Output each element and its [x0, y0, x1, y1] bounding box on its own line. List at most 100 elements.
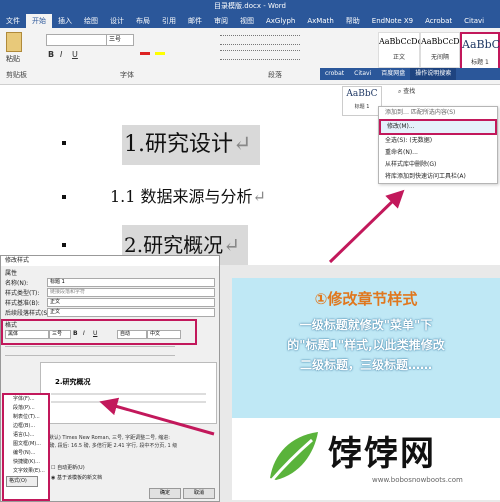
font-color-icon[interactable] — [140, 52, 150, 55]
paste-icon[interactable] — [6, 32, 22, 52]
submenu-numbering[interactable]: 编号(N)... — [4, 449, 48, 458]
tab-axmath[interactable]: AxMath — [301, 14, 339, 28]
submenu-tabs[interactable]: 制表位(T)... — [4, 413, 48, 422]
search-icon: ⌕ — [398, 88, 402, 95]
tab-design[interactable]: 设计 — [104, 14, 130, 28]
list-buttons[interactable] — [220, 35, 300, 45]
paragraph-group-label: 段落 — [268, 71, 282, 79]
submenu-frame[interactable]: 图文框(M)... — [4, 440, 48, 449]
ok-button[interactable]: 确定 — [149, 488, 181, 499]
tab-axglyph[interactable]: AxGlyph — [260, 14, 301, 28]
format-highlight-box — [1, 319, 197, 345]
style-heading1-preview: AaBbC — [462, 38, 500, 51]
style-no-spacing-preview: AaBbCcDc — [421, 37, 465, 46]
callout-line-3: 二级标题，三级标题…… — [299, 358, 432, 372]
tab-insert[interactable]: 插入 — [52, 14, 78, 28]
style-no-spacing-name: 无间隔 — [430, 54, 449, 61]
italic-button[interactable]: I — [60, 50, 62, 59]
menu-select-all[interactable]: 全选(S): (无数据) — [379, 135, 497, 147]
logo-url: www.bobosnowboots.com — [372, 476, 463, 484]
heading1-thumb-name: 标题 1 — [354, 104, 370, 110]
paste-button[interactable]: 粘贴 — [6, 54, 20, 64]
submenu-border[interactable]: 边框(B)... — [4, 422, 48, 431]
dialog-title: 修改样式 — [1, 256, 219, 266]
bullet-icon — [62, 195, 66, 199]
preview-line — [51, 393, 206, 395]
submenu-language[interactable]: 语言(L)... — [4, 431, 48, 440]
format-submenu: 字体(F)... 段落(P)... 制表位(T)... 边框(B)... 语言(… — [2, 393, 50, 501]
strip-citavi[interactable]: Citavi — [349, 68, 376, 80]
style-preview-pane: 2.研究概况 — [40, 362, 217, 424]
properties-section-label: 属性 — [5, 270, 18, 277]
heading1-thumb-preview: AaBbC — [346, 89, 378, 99]
underline-button[interactable]: U — [72, 50, 78, 59]
find-label: 查找 — [403, 88, 416, 95]
next-style-select[interactable]: 正文 — [47, 308, 215, 317]
site-logo: 饽饽网 www.bobosnowboots.com — [232, 418, 500, 500]
menu-modify[interactable]: 修改(M)... — [379, 119, 497, 135]
font-group-label: 字体 — [120, 71, 134, 79]
doc-heading-1[interactable]: 1.研究设计↵ — [122, 125, 260, 165]
based-on-label: 样式基准(B): — [5, 300, 40, 307]
style-normal[interactable]: AaBbCcDc 正文 — [378, 32, 423, 68]
menu-remove-from-gallery[interactable]: 从样式库中删除(G) — [379, 159, 497, 171]
submenu-text-effects[interactable]: 文字效果(E)... — [4, 467, 48, 476]
tab-help[interactable]: 帮助 — [340, 14, 366, 28]
strip-search[interactable]: 操作说明搜索 — [410, 68, 457, 80]
tab-draw[interactable]: 绘图 — [78, 14, 104, 28]
type-select[interactable]: 链接段落和字符 — [47, 288, 215, 297]
style-normal-name: 正文 — [392, 54, 405, 61]
style-context-menu: 添加到… 匹配所选内容(S) 修改(M)... 全选(S): (无数据) 重命名… — [378, 106, 498, 184]
type-label: 样式类型(T): — [5, 290, 40, 297]
font-size-box[interactable]: 三号 — [106, 34, 134, 46]
tab-view[interactable]: 视图 — [234, 14, 260, 28]
align-buttons[interactable] — [220, 50, 300, 60]
find-button[interactable]: ⌕ 查找 — [398, 86, 415, 96]
name-input[interactable]: 标题 1 — [47, 278, 215, 287]
format-button[interactable]: 格式(O) — [6, 476, 38, 487]
bullet-icon — [62, 141, 66, 145]
callout-line-1: 一级标题就修改"菜单"下 — [299, 318, 433, 332]
style-heading1[interactable]: AaBbC 标题 1 — [460, 32, 500, 70]
tab-endnote[interactable]: EndNote X9 — [366, 14, 419, 28]
alignment-toolbar[interactable] — [5, 346, 175, 356]
menu-top-hint[interactable]: 添加到… 匹配所选内容(S) — [379, 107, 497, 119]
tab-acrobat[interactable]: Acrobat — [419, 14, 458, 28]
highlight-color-icon[interactable] — [155, 52, 165, 55]
bold-button[interactable]: B — [48, 50, 54, 59]
doc-heading-2[interactable]: 1.1 数据来源与分析↵ — [110, 185, 266, 209]
template-radio[interactable]: ◉ 基于该模板的新文档 — [51, 474, 102, 481]
tab-file[interactable]: 文件 — [0, 14, 26, 28]
tab-citavi[interactable]: Citavi — [458, 14, 490, 28]
font-name-box[interactable] — [46, 34, 108, 46]
strip-baidu[interactable]: 百度网盘 — [376, 68, 410, 80]
heading1-style-thumb[interactable]: AaBbC 标题 1 — [342, 86, 382, 116]
style-normal-preview: AaBbCcDc — [379, 37, 423, 46]
ribbon-tab-bar: 文件 开始 插入 绘图 设计 布局 引用 邮件 审阅 视图 AxGlyph Ax… — [0, 12, 500, 28]
callout-line-2: 的"标题1"样式,以此类推修改 — [287, 338, 445, 352]
auto-update-checkbox[interactable]: ☐ 自动更新(U) — [51, 464, 85, 471]
callout-title: ①修改章节样式 — [314, 290, 418, 308]
clipboard-group-label: 剪贴板 — [6, 71, 27, 79]
submenu-shortcut[interactable]: 快捷键(K)... — [4, 458, 48, 467]
menu-add-to-qat[interactable]: 将库添加到快速访问工具栏(A) — [379, 171, 497, 183]
tab-references[interactable]: 引用 — [156, 14, 182, 28]
secondary-tab-strip: crobat Citavi 百度网盘 操作说明搜索 — [320, 68, 500, 80]
tab-review[interactable]: 审阅 — [208, 14, 234, 28]
submenu-paragraph[interactable]: 段落(P)... — [4, 404, 48, 413]
submenu-font[interactable]: 字体(F)... — [4, 395, 48, 404]
menu-rename[interactable]: 重命名(N)... — [379, 147, 497, 159]
tutorial-callout: ①修改章节样式 一级标题就修改"菜单"下 的"标题1"样式,以此类推修改 二级标… — [232, 278, 500, 418]
tab-mailings[interactable]: 邮件 — [182, 14, 208, 28]
strip-acrobat[interactable]: crobat — [320, 68, 349, 80]
based-on-select[interactable]: 正文 — [47, 298, 215, 307]
window-title: 目录模版.docx - Word — [214, 2, 286, 10]
bullet-icon — [62, 243, 66, 247]
style-no-spacing[interactable]: AaBbCcDc 无间隔 — [420, 32, 465, 68]
tab-home[interactable]: 开始 — [26, 14, 52, 28]
logo-text: 饽饽网 — [328, 434, 436, 474]
tab-layout[interactable]: 布局 — [130, 14, 156, 28]
window-title-bar: 目录模版.docx - Word — [0, 0, 500, 12]
leaf-logo-icon — [270, 432, 318, 481]
cancel-button[interactable]: 取消 — [183, 488, 215, 499]
